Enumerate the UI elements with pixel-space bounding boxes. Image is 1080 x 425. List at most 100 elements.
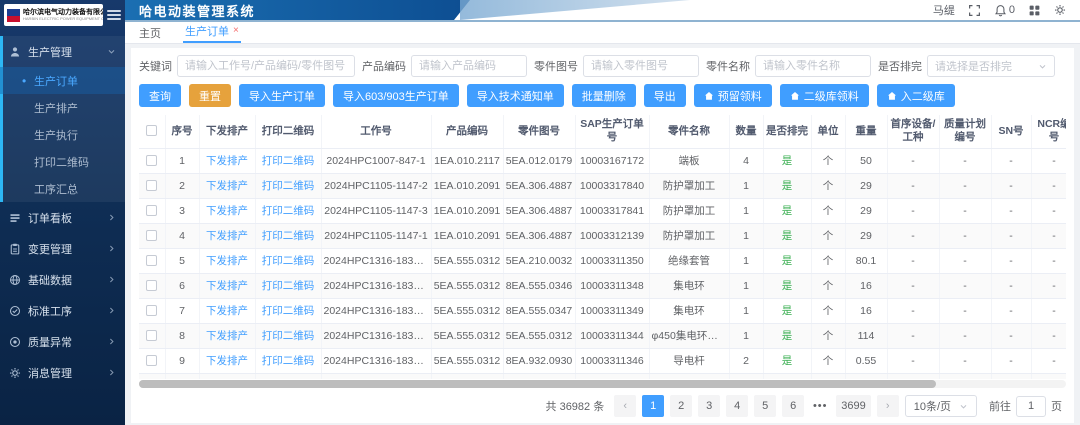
sidebar-subitem[interactable]: 生产执行 [0, 121, 125, 148]
row-checkbox[interactable] [146, 180, 157, 191]
print-qrcode-link[interactable]: 打印二维码 [262, 255, 315, 267]
seq-cell: 3 [165, 198, 199, 223]
print-qrcode-link[interactable]: 打印二维码 [262, 155, 315, 167]
导入603/903生产订单-button[interactable]: 导入603/903生产订单 [333, 84, 459, 107]
page-button[interactable]: 1 [642, 395, 664, 417]
issue-production-link[interactable]: 下发排产 [206, 280, 248, 292]
tab-item[interactable]: 主页 [137, 22, 163, 43]
sidebar-item[interactable]: 质量异常 [0, 326, 125, 357]
重置-button[interactable]: 重置 [189, 84, 231, 107]
notifications-button[interactable]: 0 [994, 4, 1015, 17]
page-button[interactable]: 6 [782, 395, 804, 417]
page-button[interactable]: 2 [670, 395, 692, 417]
print-qrcode-link[interactable]: 打印二维码 [262, 305, 315, 317]
page-button[interactable]: 3699 [836, 395, 870, 417]
print-qrcode-link[interactable]: 打印二维码 [262, 205, 315, 217]
filter-input[interactable] [755, 55, 871, 77]
row-checkbox[interactable] [146, 330, 157, 341]
goto-page-input[interactable] [1016, 396, 1046, 417]
print-qrcode-link[interactable]: 打印二维码 [262, 230, 315, 242]
page-button[interactable]: 5 [754, 395, 776, 417]
批量删除-button[interactable]: 批量删除 [572, 84, 636, 107]
入二级库-button[interactable]: 入二级库 [877, 84, 955, 107]
filter-input[interactable] [411, 55, 527, 77]
fullscreen-icon[interactable] [968, 4, 981, 17]
sidebar-subitem[interactable]: 打印二维码 [0, 148, 125, 175]
issue-production-link[interactable]: 下发排产 [206, 155, 248, 167]
filter-select[interactable]: 请选择是否排完 [927, 55, 1055, 77]
导出-button[interactable]: 导出 [644, 84, 686, 107]
issue-production-link[interactable]: 下发排产 [206, 305, 248, 317]
table-row: 6下发排产打印二维码2024HPC1316-1833-25EA.555.0312… [139, 273, 1066, 298]
ncr-no-cell: - [1031, 198, 1066, 223]
sidebar-subitem[interactable]: 生产排产 [0, 94, 125, 121]
table-row: 7下发排产打印二维码2024HPC1316-1833-25EA.555.0312… [139, 298, 1066, 323]
row-checkbox[interactable] [146, 155, 157, 166]
quality-plan-cell: - [939, 373, 991, 379]
row-checkbox[interactable] [146, 230, 157, 241]
orders-table: 序号下发排产打印二维码工作号产品编码零件图号SAP生产订单号零件名称数量是否排完… [139, 115, 1066, 379]
settings-gear-icon[interactable] [1054, 4, 1066, 16]
issue-production-cell: 下发排产 [199, 298, 255, 323]
next-page-button[interactable]: › [877, 395, 899, 417]
column-header: 是否排完 [763, 115, 811, 148]
column-header: 质量计划编号 [939, 115, 991, 148]
导入技术通知单-button[interactable]: 导入技术通知单 [467, 84, 564, 107]
column-header: 下发排产 [199, 115, 255, 148]
sidebar-subitem-label: 生产订单 [34, 73, 78, 89]
print-qrcode-link[interactable]: 打印二维码 [262, 355, 315, 367]
prev-page-button[interactable]: ‹ [614, 395, 636, 417]
sidebar-item[interactable]: 消息管理 [0, 357, 125, 388]
row-checkbox[interactable] [146, 355, 157, 366]
page-button[interactable]: 3 [698, 395, 720, 417]
filter-input[interactable] [177, 55, 355, 77]
page-button[interactable]: 4 [726, 395, 748, 417]
issue-production-link[interactable]: 下发排产 [206, 180, 248, 192]
row-select-cell [139, 148, 165, 173]
issue-production-link[interactable]: 下发排产 [206, 355, 248, 367]
sidebar-subitem[interactable]: 工序汇总 [0, 175, 125, 202]
issue-production-link[interactable]: 下发排产 [206, 255, 248, 267]
scheduled-badge: 是 [782, 230, 793, 242]
house-icon [704, 91, 714, 101]
二级库领料-button[interactable]: 二级库领料 [780, 84, 869, 107]
issue-production-link[interactable]: 下发排产 [206, 230, 248, 242]
print-qrcode-cell: 打印二维码 [255, 198, 321, 223]
导入生产订单-button[interactable]: 导入生产订单 [239, 84, 325, 107]
scrollbar-thumb[interactable] [139, 380, 936, 388]
part-name-cell: 导电杆 [649, 348, 729, 373]
sidebar-subitem[interactable]: •生产订单 [0, 67, 125, 94]
row-checkbox[interactable] [146, 205, 157, 216]
product-code-cell: 1EA.010.2117 [431, 148, 503, 173]
print-qrcode-link[interactable]: 打印二维码 [262, 180, 315, 192]
row-checkbox[interactable] [146, 255, 157, 266]
pager-ellipsis[interactable]: ••• [810, 400, 830, 412]
row-checkbox[interactable] [146, 305, 157, 316]
print-qrcode-link[interactable]: 打印二维码 [262, 330, 315, 342]
row-checkbox[interactable] [146, 280, 157, 291]
tab-active[interactable]: 生产订单× [183, 20, 241, 43]
horizontal-scrollbar[interactable] [139, 380, 1066, 388]
print-qrcode-link[interactable]: 打印二维码 [262, 280, 315, 292]
part-no-cell: 5EA.306.4887 [503, 223, 575, 248]
issue-production-link[interactable]: 下发排产 [206, 205, 248, 217]
sidebar-item[interactable]: 标准工序 [0, 295, 125, 326]
issue-production-link[interactable]: 下发排产 [206, 330, 248, 342]
sidebar-item[interactable]: 变更管理 [0, 233, 125, 264]
sidebar-item[interactable]: 生产管理 [0, 36, 125, 67]
apps-grid-icon[interactable] [1028, 4, 1041, 17]
sidebar-item[interactable]: 订单看板 [0, 202, 125, 233]
select-all-checkbox[interactable] [146, 125, 157, 136]
sidebar-item[interactable]: 基础数据 [0, 264, 125, 295]
sidebar-collapse-icon[interactable] [107, 8, 121, 22]
select-placeholder: 请选择是否排完 [935, 58, 1012, 74]
work-no-cell: 2024HPC1316-1833-2 [321, 248, 431, 273]
查询-button[interactable]: 查询 [139, 84, 181, 107]
tab-close-icon[interactable]: × [233, 26, 239, 36]
chevron-right-icon [107, 213, 116, 222]
预留领料-button[interactable]: 预留领料 [694, 84, 772, 107]
filter-input[interactable] [583, 55, 699, 77]
ncr-no-cell: - [1031, 173, 1066, 198]
page-size-select[interactable]: 10条/页 [905, 395, 977, 417]
row-select-cell [139, 198, 165, 223]
